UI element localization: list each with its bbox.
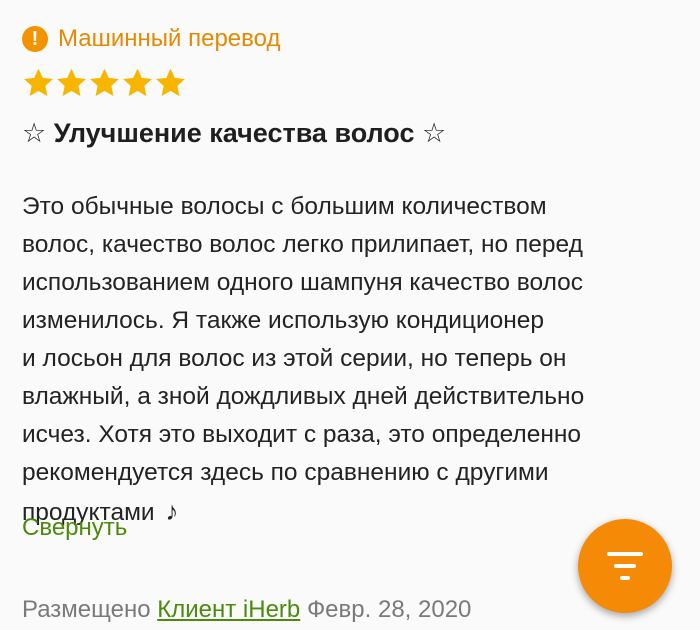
- star-icon: [154, 66, 187, 100]
- star-icon: [88, 66, 121, 100]
- collapse-link[interactable]: Свернуть: [22, 514, 127, 542]
- star-icon: [55, 66, 88, 100]
- machine-translation-badge: ! Машинный перевод: [22, 25, 280, 53]
- star-rating: [22, 66, 187, 100]
- review-date: Февр. 28, 2020: [306, 596, 472, 623]
- machine-translation-label: Машинный перевод: [58, 25, 281, 52]
- star-icon: [121, 66, 154, 100]
- review-body-text: Это обычные волосы с большим количеством…: [22, 193, 585, 526]
- review-body: Это обычные волосы с большим количеством…: [22, 188, 672, 532]
- filter-menu-button[interactable]: [578, 519, 672, 613]
- star-outline-icon: ☆: [22, 118, 47, 148]
- music-note-icon: ♪: [165, 496, 179, 526]
- author-link[interactable]: Клиент iHerb: [157, 596, 300, 623]
- exclamation-icon: !: [22, 26, 48, 52]
- star-icon: [22, 66, 55, 100]
- review-title-text: Улучшение качества волос: [53, 118, 415, 148]
- filter-menu-icon: [607, 552, 643, 580]
- posted-prefix: Размещено: [22, 596, 151, 623]
- star-outline-icon: ☆: [421, 118, 447, 148]
- review-meta: Размещено Клиент iHerb Февр. 28, 2020: [22, 596, 471, 624]
- review-title: ☆ Улучшение качества волос ☆: [22, 118, 446, 149]
